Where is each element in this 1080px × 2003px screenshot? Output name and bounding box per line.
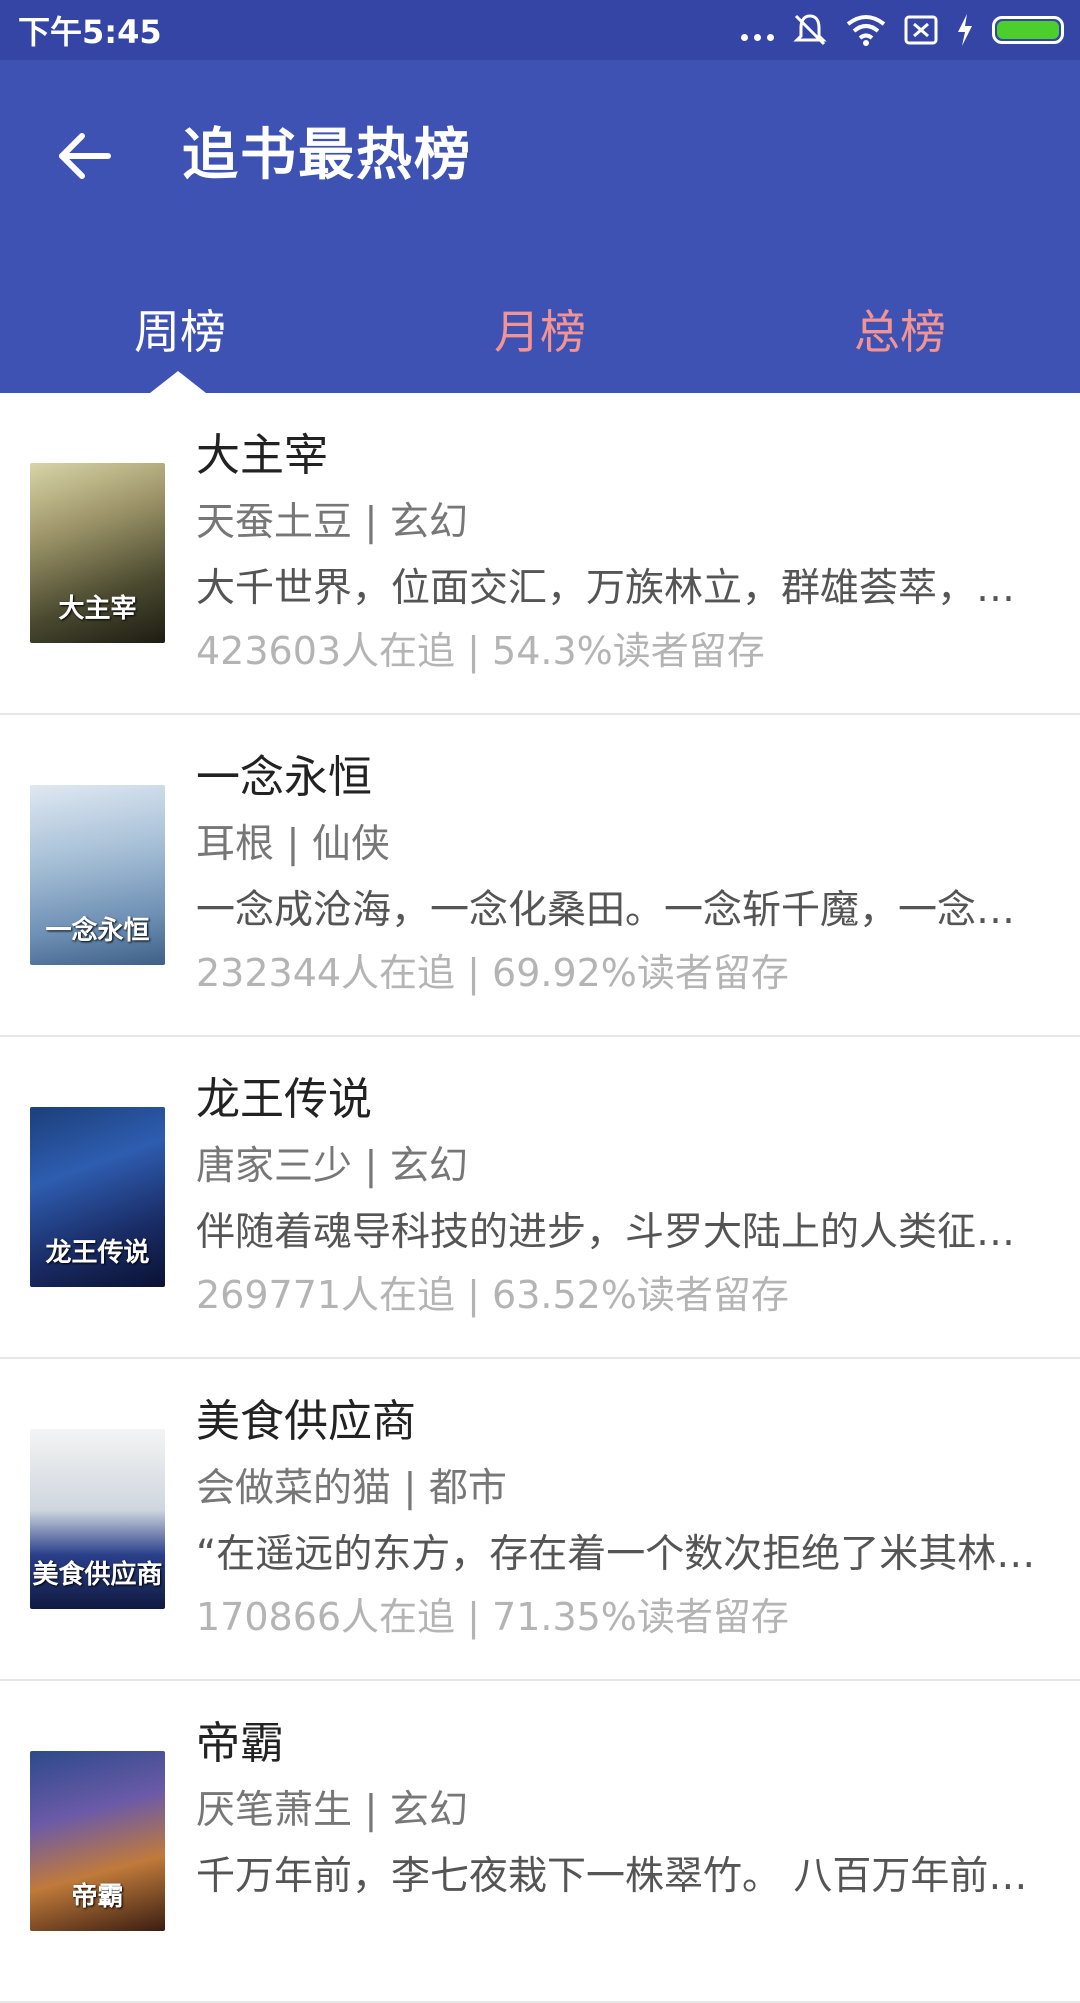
- book-description: 一念成沧海，一念化桑田。一念斩千魔，一念诛万仙: [196, 888, 1044, 933]
- page-title: 追书最热榜: [182, 123, 472, 188]
- status-icons: [741, 12, 1064, 48]
- tab-all-time-label: 总榜: [854, 305, 946, 359]
- book-title: 龙王传说: [196, 1074, 372, 1125]
- cover-title: 龙王传说: [45, 1238, 150, 1268]
- book-description: 伴随着魂导科技的进步，斗罗大陆上的人类征服了海洋: [196, 1210, 1044, 1255]
- book-author-genre: 天蚕土豆 | 玄幻: [196, 500, 468, 545]
- book-author-genre: 厌笔萧生 | 玄幻: [196, 1788, 468, 1833]
- list-item[interactable]: 帝霸 帝霸 厌笔萧生 | 玄幻 千万年前，李七夜栽下一株翠竹。 八百万年前，李七…: [0, 1681, 1080, 2003]
- book-cover: 龙王传说: [30, 1107, 165, 1287]
- more-dots-icon: [741, 20, 774, 41]
- book-title: 一念永恒: [196, 752, 372, 803]
- cover-title: 一念永恒: [45, 916, 150, 946]
- book-stats: 423603人在追 | 54.3%读者留存: [196, 629, 765, 673]
- book-stats: 232344人在追 | 69.92%读者留存: [196, 951, 789, 995]
- book-stats: 170866人在追 | 71.35%读者留存: [196, 1595, 789, 1639]
- book-description: 大千世界，位面交汇，万族林立，群雄荟萃，一位位来自下位面的天之至尊，在这无尽世界…: [196, 566, 1044, 611]
- list-item[interactable]: 美食供应商 美食供应商 会做菜的猫 | 都市 “在遥远的东方，存在着一个数次拒绝…: [0, 1359, 1080, 1681]
- tab-monthly-label: 月榜: [494, 305, 586, 359]
- book-author-genre: 耳根 | 仙侠: [196, 822, 390, 867]
- tab-weekly-label: 周榜: [134, 305, 226, 359]
- book-description: “在遥远的东方，存在着一个数次拒绝了米其林三星评定的神秘餐厅: [196, 1532, 1044, 1577]
- book-cover: 大主宰: [30, 463, 165, 643]
- back-button[interactable]: [40, 112, 128, 200]
- book-title: 美食供应商: [196, 1396, 416, 1447]
- status-bar: 下午5:45: [0, 0, 1080, 60]
- charging-icon: [958, 14, 972, 46]
- book-title: 大主宰: [196, 430, 328, 481]
- cover-title: 美食供应商: [32, 1560, 163, 1590]
- book-stats: 269771人在追 | 63.52%读者留存: [196, 1273, 789, 1317]
- sim-off-icon: [904, 15, 938, 45]
- list-item[interactable]: 一念永恒 一念永恒 耳根 | 仙侠 一念成沧海，一念化桑田。一念斩千魔，一念诛万…: [0, 715, 1080, 1037]
- book-stats: [196, 1909, 1044, 1969]
- book-author-genre: 会做菜的猫 | 都市: [196, 1466, 507, 1511]
- battery-icon: [992, 16, 1064, 44]
- silent-icon: [793, 14, 827, 46]
- book-cover: 一念永恒: [30, 785, 165, 965]
- book-cover: 帝霸: [30, 1751, 165, 1931]
- tab-bar: 周榜 月榜 总榜: [0, 275, 1080, 393]
- list-item[interactable]: 大主宰 大主宰 天蚕土豆 | 玄幻 大千世界，位面交汇，万族林立，群雄荟萃，一位…: [0, 393, 1080, 715]
- list-item[interactable]: 龙王传说 龙王传说 唐家三少 | 玄幻 伴随着魂导科技的进步，斗罗大陆上的人类征…: [0, 1037, 1080, 1359]
- tab-monthly[interactable]: 月榜: [360, 275, 720, 393]
- book-cover: 美食供应商: [30, 1429, 165, 1609]
- arrow-left-icon: [59, 133, 111, 179]
- app-bar: 追书最热榜 周榜 月榜 总榜: [0, 60, 1080, 393]
- book-list: 大主宰 大主宰 天蚕土豆 | 玄幻 大千世界，位面交汇，万族林立，群雄荟萃，一位…: [0, 393, 1080, 2003]
- wifi-icon: [846, 15, 886, 46]
- cover-title: 帝霸: [71, 1882, 124, 1912]
- book-description: 千万年前，李七夜栽下一株翠竹。 八百万年前，李七夜养了一条鲤鱼: [196, 1854, 1044, 1899]
- book-title: 帝霸: [196, 1718, 284, 1769]
- status-time: 下午5:45: [18, 13, 162, 51]
- book-author-genre: 唐家三少 | 玄幻: [196, 1144, 468, 1189]
- cover-title: 大主宰: [58, 594, 137, 624]
- tab-all-time[interactable]: 总榜: [720, 275, 1080, 393]
- tab-indicator: [150, 371, 206, 393]
